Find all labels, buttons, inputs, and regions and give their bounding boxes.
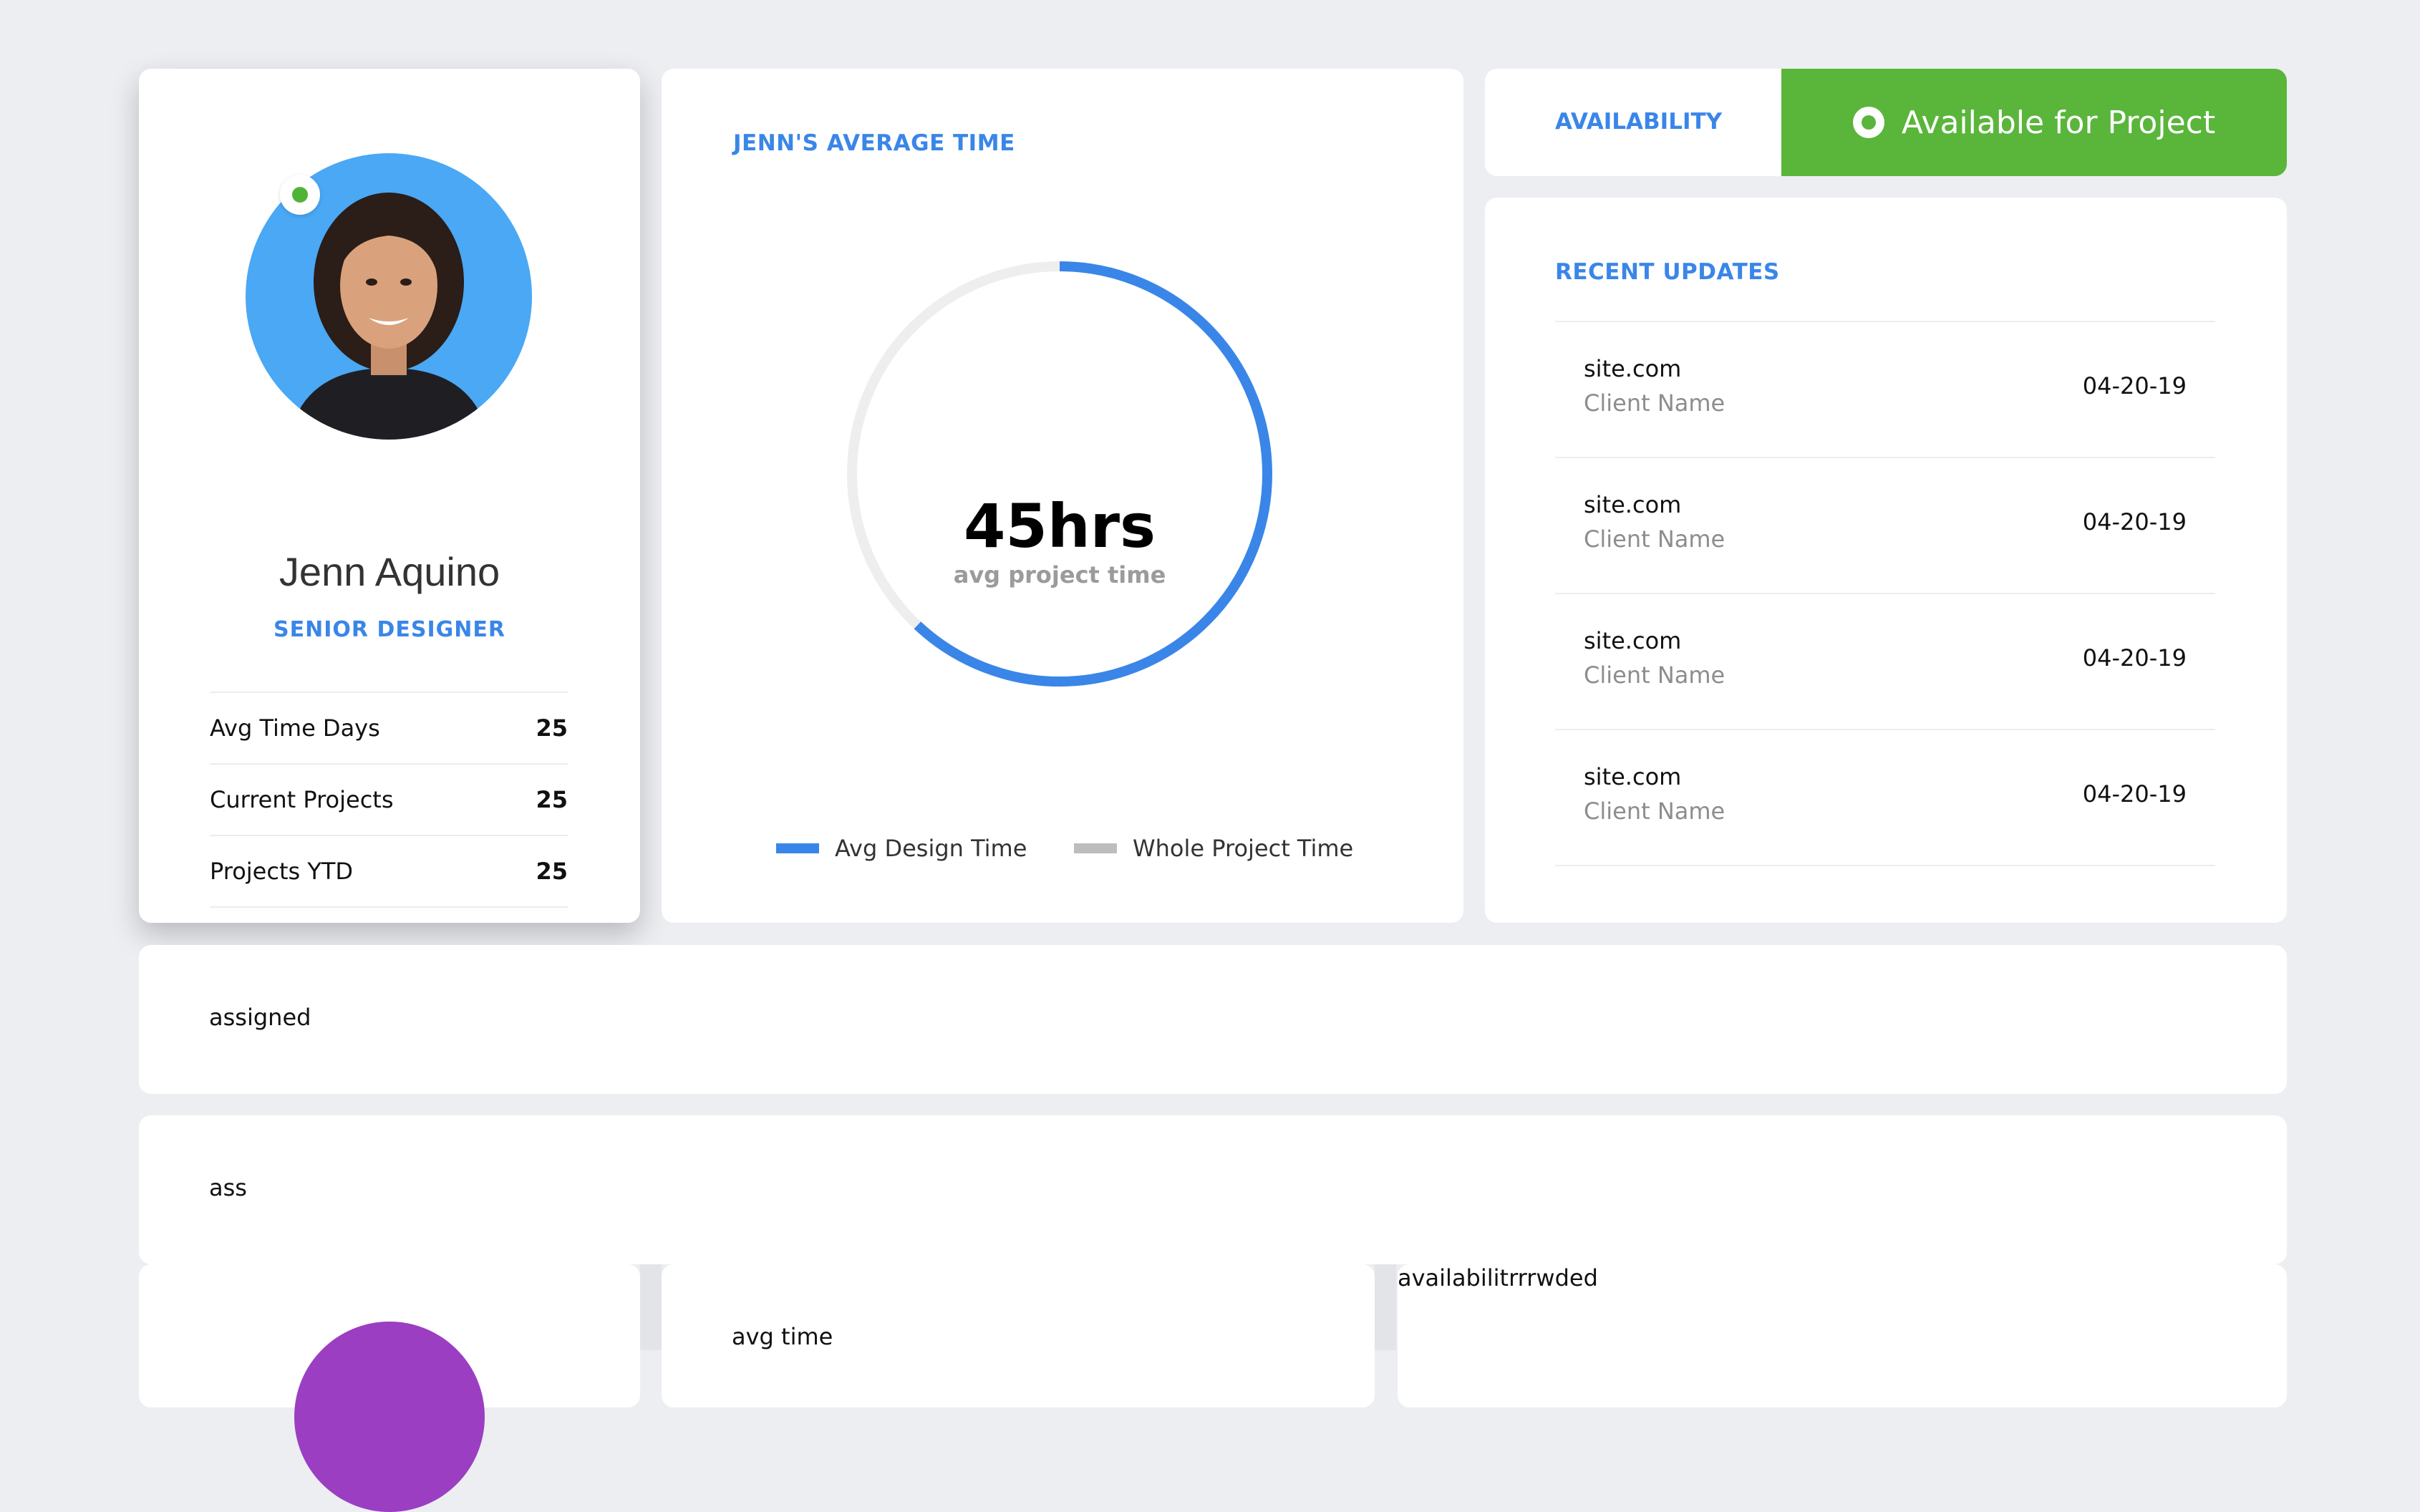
legend-swatch-design [776, 843, 819, 853]
update-date: 04-20-19 [2082, 508, 2187, 536]
stat-value: 25 [536, 786, 568, 813]
update-site: site.com [1584, 627, 1682, 654]
legend-label: Avg Design Time [835, 835, 1027, 862]
stat-label: Projects YTD [210, 858, 354, 885]
stat-value: 25 [536, 858, 568, 885]
availability-status: Available for Project [1901, 104, 2216, 141]
average-time-value: 45hrs [963, 491, 1156, 561]
update-date: 04-20-19 [2082, 780, 2187, 808]
status-ring-icon [1852, 107, 1884, 138]
profile-card-secondary [139, 1264, 640, 1512]
legend-avg-design-time: Avg Design Time [776, 835, 1027, 862]
list-item[interactable]: site.com Client Name 04-20-19 [1555, 322, 2215, 458]
avatar-container [246, 153, 532, 440]
update-site: site.com [1584, 763, 1682, 790]
profile-role: SENIOR DESIGNER [274, 617, 505, 642]
availability-card-secondary: availabilitrrrwded [1398, 1264, 2287, 1407]
stat-label: Current Projects [210, 786, 394, 813]
stat-row-avg-time-days: Avg Time Days 25 [210, 693, 568, 765]
legend-label: Whole Project Time [1133, 835, 1354, 862]
average-time-card-secondary: avg time [662, 1264, 1375, 1407]
update-date: 04-20-19 [2082, 372, 2187, 399]
assigned-label: assigned [209, 1004, 311, 1031]
legend-swatch-project [1074, 843, 1117, 853]
recent-updates-list: site.com Client Name 04-20-19 site.com C… [1555, 321, 2215, 866]
profile-card: Jenn Aquino SENIOR DESIGNER Avg Time Day… [139, 69, 640, 923]
legend-whole-project-time: Whole Project Time [1074, 835, 1353, 862]
ass-panel: ass [139, 1115, 2287, 1264]
avg-time-label: avg time [732, 1323, 833, 1350]
divider [1375, 1264, 1396, 1350]
update-client: Client Name [1584, 525, 1726, 553]
average-time-subtitle: avg project time [953, 561, 1166, 588]
list-item[interactable]: site.com Client Name 04-20-19 [1555, 730, 2215, 866]
update-site: site.com [1584, 491, 1682, 518]
availability-label: AVAILABILITY [1555, 109, 1723, 135]
profile-name: Jenn Aquino [279, 549, 500, 594]
update-date: 04-20-19 [2082, 644, 2187, 672]
stat-row-projects-ytd: Projects YTD 25 [210, 836, 568, 908]
recent-updates-card: RECENT UPDATES site.com Client Name 04-2… [1485, 198, 2287, 923]
divider [640, 1264, 662, 1350]
availability-secondary-label: availabilitrrrwded [1398, 1264, 1598, 1292]
list-item[interactable]: site.com Client Name 04-20-19 [1555, 594, 2215, 730]
update-client: Client Name [1584, 662, 1726, 689]
online-status-icon [280, 175, 320, 215]
stat-row-current-projects: Current Projects 25 [210, 765, 568, 836]
ass-label: ass [209, 1174, 247, 1201]
stat-label: Avg Time Days [210, 714, 380, 742]
available-for-project-button[interactable]: Available for Project [1781, 69, 2287, 176]
update-client: Client Name [1584, 798, 1726, 825]
profile-stats: Avg Time Days 25 Current Projects 25 Pro… [210, 692, 568, 908]
update-site: site.com [1584, 355, 1682, 382]
average-time-card: JENN'S AVERAGE TIME 45hrs avg project ti… [662, 69, 1463, 923]
assigned-panel: assigned [139, 945, 2287, 1094]
avatar[interactable] [294, 1322, 485, 1512]
recent-updates-title: RECENT UPDATES [1555, 259, 1780, 285]
average-time-donut [847, 261, 1272, 687]
stat-value: 25 [536, 714, 568, 742]
update-client: Client Name [1584, 389, 1726, 417]
availability-card: AVAILABILITY Available for Project [1485, 69, 2287, 176]
average-time-title: JENN'S AVERAGE TIME [733, 130, 1015, 156]
list-item[interactable]: site.com Client Name 04-20-19 [1555, 458, 2215, 594]
